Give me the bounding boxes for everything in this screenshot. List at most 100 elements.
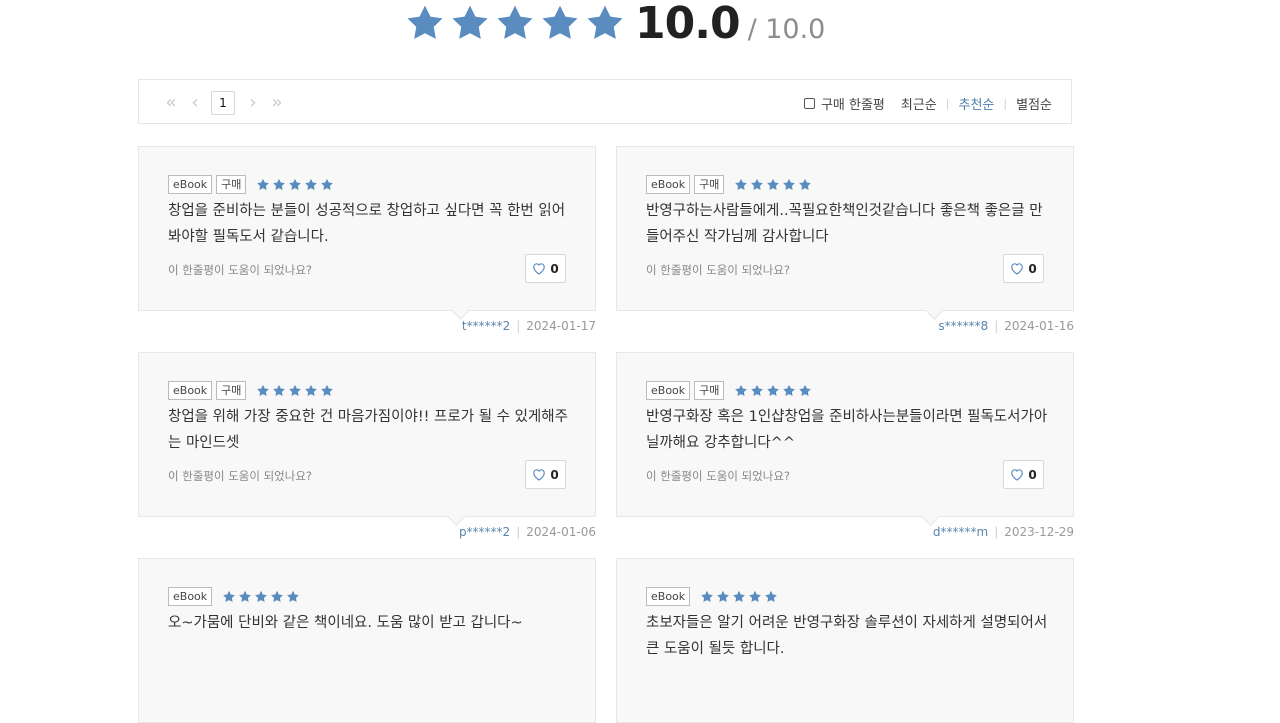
star-icon (494, 3, 536, 45)
review-card: eBook 구매 창업을 준비하는 분들이 성공적으로 창업하고 싶다면 꼭 한… (138, 146, 596, 320)
pagination: « ‹ 1 › » (159, 91, 289, 115)
tag-ebook: eBook (168, 587, 213, 606)
star-icon (539, 3, 581, 45)
rating-max: / 10.0 (747, 13, 826, 45)
star-icon (750, 178, 764, 192)
heart-icon (1011, 263, 1024, 275)
review-item: eBook 구매 반영구하는사람들에게..꼭필요한책인것같습니다 좋은책 좋은글… (616, 146, 1074, 333)
review-text: 창업을 준비하는 분들이 성공적으로 창업하고 싶다면 꼭 한번 읽어봐야할 필… (168, 203, 566, 245)
review-tags: eBook 구매 (168, 175, 336, 194)
purchase-filter-checkbox[interactable] (803, 97, 815, 109)
review-item: eBook 구매 반영구화장 혹은 1인샵창업을 준비하사는분들이라면 필독도서… (616, 352, 1074, 539)
star-icon (256, 384, 270, 398)
sort-rating[interactable]: 별점순 (1016, 94, 1052, 113)
review-meta: p******2 | 2024-01-06 (459, 525, 596, 539)
card-pointer (925, 301, 944, 320)
review-text: 반영구하는사람들에게..꼭필요한책인것같습니다 좋은책 좋은글 만들어주신 작가… (646, 203, 1043, 245)
heart-icon (533, 469, 546, 481)
star-icon (288, 384, 302, 398)
like-button[interactable]: 0 (525, 460, 566, 489)
purchase-filter-label[interactable]: 구매 한줄평 (821, 94, 885, 113)
review-card: eBook 오~가뭄에 단비와 같은 책이네요. 도움 많이 받고 갑니다~ (138, 558, 596, 723)
review-meta: d******m | 2023-12-29 (933, 525, 1074, 539)
review-text: 창업을 위해 가장 중요한 건 마음가짐이야!! 프로가 될 수 있게해주는 마… (168, 409, 568, 451)
sort-recommended[interactable]: 추천순 (959, 94, 995, 113)
review-stars (222, 590, 302, 604)
heart-icon (533, 263, 546, 275)
review-text: 초보자들은 알기 어려운 반영구화장 솔루션이 자세하게 설명되어서 큰 도움이… (646, 615, 1048, 657)
last-page-icon[interactable]: » (265, 91, 289, 115)
star-icon (798, 384, 812, 398)
star-icon (272, 178, 286, 192)
star-icon (732, 590, 746, 604)
star-icon (716, 590, 730, 604)
first-page-icon[interactable]: « (159, 91, 183, 115)
star-icon (254, 590, 268, 604)
review-tags: eBook 구매 (646, 175, 814, 194)
star-icon (798, 178, 812, 192)
like-count: 0 (1028, 467, 1037, 482)
review-date: 2024-01-17 (526, 319, 596, 333)
like-button[interactable]: 0 (525, 254, 566, 283)
tag-purchase: 구매 (216, 381, 247, 400)
sort-controls: 구매 한줄평 최근순 | 추천순 | 별점순 (803, 92, 1052, 114)
card-pointer (921, 507, 940, 526)
review-stars (734, 384, 814, 398)
star-icon (449, 3, 491, 45)
review-item: eBook 구매 창업을 위해 가장 중요한 건 마음가짐이야!! 프로가 될 … (138, 352, 596, 539)
review-tags: eBook 구매 (646, 381, 814, 400)
star-icon (304, 384, 318, 398)
review-stars (734, 178, 814, 192)
star-icon (222, 590, 236, 604)
helpful-prompt: 이 한줄평이 도움이 되었나요? (168, 469, 313, 483)
star-icon (734, 178, 748, 192)
divider: | (945, 96, 950, 110)
divider: | (1003, 96, 1008, 110)
review-item: eBook 오~가뭄에 단비와 같은 책이네요. 도움 많이 받고 갑니다~ (138, 558, 596, 723)
next-page-icon[interactable]: › (241, 91, 265, 115)
star-icon (734, 384, 748, 398)
divider: | (994, 319, 999, 333)
rating-score: 10.0 (635, 0, 741, 49)
card-pointer (451, 301, 470, 320)
star-icon (256, 178, 270, 192)
tag-purchase: 구매 (216, 175, 247, 194)
tag-ebook: eBook (646, 381, 691, 400)
star-icon (304, 178, 318, 192)
card-pointer (447, 507, 466, 526)
divider: | (994, 525, 999, 539)
reviewer-id: p******2 (458, 525, 511, 539)
like-button[interactable]: 0 (1003, 254, 1044, 283)
star-icon (750, 384, 764, 398)
tag-ebook: eBook (646, 175, 691, 194)
review-tags: eBook (168, 587, 302, 606)
tag-ebook: eBook (646, 587, 691, 606)
helpful-prompt: 이 한줄평이 도움이 되었나요? (646, 469, 791, 483)
review-item: eBook 구매 창업을 준비하는 분들이 성공적으로 창업하고 싶다면 꼭 한… (138, 146, 596, 333)
review-toolbar: « ‹ 1 › » 구매 한줄평 최근순 | 추천순 | 별점순 (138, 79, 1072, 124)
star-icon (748, 590, 762, 604)
review-card: eBook 구매 창업을 위해 가장 중요한 건 마음가짐이야!! 프로가 될 … (138, 352, 596, 526)
reviewer-id: d******m (932, 525, 989, 539)
star-icon (766, 384, 780, 398)
review-stars (256, 178, 336, 192)
sort-recent[interactable]: 최근순 (901, 94, 937, 113)
tag-purchase: 구매 (694, 381, 725, 400)
tag-ebook: eBook (168, 175, 213, 194)
star-icon (766, 178, 780, 192)
rating-summary: 10.0 / 10.0 (404, 0, 825, 48)
divider: | (516, 525, 521, 539)
like-button[interactable]: 0 (1003, 460, 1044, 489)
star-icon (764, 590, 778, 604)
review-item: eBook 초보자들은 알기 어려운 반영구화장 솔루션이 자세하게 설명되어서… (616, 558, 1074, 723)
review-date: 2024-01-16 (1004, 319, 1074, 333)
star-icon (320, 384, 334, 398)
review-date: 2024-01-06 (526, 525, 596, 539)
page-button-current[interactable]: 1 (211, 91, 235, 115)
star-icon (782, 178, 796, 192)
reviewer-id: s******8 (938, 319, 989, 333)
review-text: 반영구화장 혹은 1인샵창업을 준비하사는분들이라면 필독도서가아닐까해요 강추… (646, 409, 1048, 451)
like-count: 0 (1028, 261, 1037, 276)
star-icon (700, 590, 714, 604)
prev-page-icon[interactable]: ‹ (183, 91, 207, 115)
